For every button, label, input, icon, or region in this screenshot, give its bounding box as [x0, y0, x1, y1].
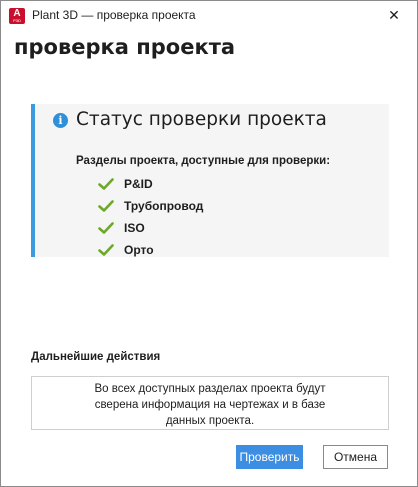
check-icon	[98, 200, 114, 212]
info-icon: i	[53, 113, 68, 128]
title-bar[interactable]: A P3D Plant 3D — проверка проекта ✕	[1, 1, 417, 31]
sections-label: Разделы проекта, доступные для проверки:	[76, 155, 331, 167]
cancel-button[interactable]: Отмена	[323, 445, 388, 469]
window-title: Plant 3D — проверка проекта	[32, 8, 196, 22]
close-button[interactable]: ✕	[371, 1, 417, 31]
next-actions-box: Во всех доступных разделах проекта будут…	[31, 376, 389, 430]
next-actions-line: сверена информация на чертежах и в базе	[94, 399, 326, 411]
check-icon	[98, 222, 114, 234]
autocad-plant3d-icon: A P3D	[9, 8, 25, 24]
check-button[interactable]: Проверить	[236, 445, 303, 469]
page-title: проверка проекта	[14, 35, 236, 59]
dialog-window: A P3D Plant 3D — проверка проекта ✕ пров…	[0, 0, 418, 487]
status-title: Статус проверки проекта	[76, 109, 327, 130]
check-icon	[98, 244, 114, 256]
section-label: ISO	[124, 221, 145, 235]
section-label: Орто	[124, 243, 154, 257]
section-label: Трубопровод	[124, 199, 204, 213]
next-actions-label: Дальнейшие действия	[31, 351, 161, 363]
next-actions-text: Во всех доступных разделах проекта будут…	[32, 381, 388, 429]
app-icon-sub: P3D	[13, 18, 21, 23]
check-icon	[98, 178, 114, 190]
next-actions-line: данных проекта.	[165, 415, 255, 427]
close-icon: ✕	[388, 8, 400, 24]
status-panel: i Статус проверки проекта Разделы проект…	[31, 104, 389, 257]
next-actions-line: Во всех доступных разделах проекта будут	[94, 383, 326, 395]
section-label: P&ID	[124, 177, 153, 191]
